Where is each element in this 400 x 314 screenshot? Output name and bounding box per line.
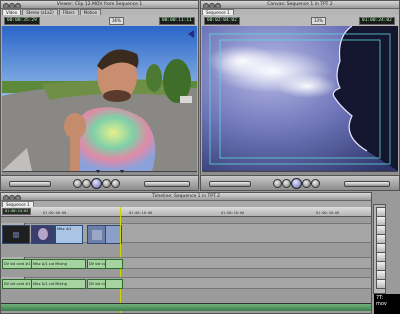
viewer-frame-image [2,26,197,171]
canvas-title: Canvas: Sequence 1 in TPT 2 [267,2,333,7]
audio-a1-clip-2[interactable]: Misc A/1 cut Mixing [31,259,86,269]
viewer-zoom-popup[interactable]: 36% [109,17,124,25]
viewer-window: Viewer: Clip 12.MOV from Sequence 1 Vide… [0,0,199,191]
timeline-current-timecode[interactable]: 01:00:24:02 [2,208,32,215]
tool-palette [373,204,386,294]
audio-a1-clip-1[interactable]: DV vid cont #1 [2,259,33,269]
audio-a1-clip-4[interactable] [105,259,123,269]
canvas-play-around-button[interactable] [302,179,311,188]
viewer-duration-timecode[interactable]: 00:00:35:29 [4,17,40,25]
video-clip-3[interactable]: Misc 4/1 [55,225,83,244]
video-clip-4[interactable] [87,225,107,244]
audio-a2-clip-1[interactable]: DV vid cont #1 [2,279,33,289]
viewer-transport-bar [1,175,198,190]
video-clip-3-label: Misc 4/1 [57,227,72,231]
video-clip-1-thumbnail [3,226,29,243]
viewer-prev-edit-button[interactable] [73,179,82,188]
viewer-controls-strip: 00:00:35:29 36% 00:00:11:11 [1,15,198,26]
canvas-jog-control[interactable] [344,181,390,187]
viewer-play-in-out-button[interactable] [82,179,91,188]
viewer-current-timecode[interactable]: 00:00:11:11 [159,17,195,25]
hand-tool-icon[interactable] [376,279,386,289]
canvas-zoom-button[interactable] [215,2,221,8]
canvas-frame-image [202,26,398,171]
audio-a2-clip-4[interactable] [105,279,123,289]
viewer-title: Viewer: Clip 12.MOV from Sequence 1 [56,2,143,7]
overlay-line-2: mov [376,301,387,307]
viewer-titlebar[interactable]: Viewer: Clip 12.MOV from Sequence 1 [1,1,198,9]
ruler-label-1: 01:00:10:00 [129,211,153,215]
viewer-shuttle-control[interactable] [9,181,51,187]
canvas-window: Canvas: Sequence 1 in TPT 2 Sequence 1 0… [200,0,400,191]
timeline-title: Timeline: Sequence 1 in TPT 2 [151,194,221,199]
canvas-next-edit-button[interactable] [311,179,320,188]
viewer-play-around-button[interactable] [102,179,111,188]
video-clip-2-thumbnail [32,226,54,243]
video-clip-4-thumbnail [88,226,106,243]
timeline-track-area[interactable]: Misc 4/1 DV vid cont #1 Misc A/1 cut Mix… [1,207,371,313]
timeline-bottom-strip[interactable] [1,303,371,311]
canvas-titlebar[interactable]: Canvas: Sequence 1 in TPT 2 [201,1,399,9]
ruler-label-0: 01:00:00:00 [43,211,67,215]
timeline-window: Timeline: Sequence 1 in TPT 2 Sequence 1… [0,192,372,314]
viewer-jog-control[interactable] [144,181,190,187]
viewer-playhead-icon[interactable] [120,170,124,173]
ruler-label-2: 01:00:20:00 [221,211,245,215]
zoom-button[interactable] [15,2,21,8]
viewer-play-indicator-icon [188,30,194,38]
timeline-ruler[interactable]: 01:00:24:02 01:00:00:00 01:00:10:00 01:0… [1,207,371,217]
viewer-next-edit-button[interactable] [111,179,120,188]
video-clip-2[interactable] [31,225,55,244]
overlay-label: 7T: mov [374,294,400,314]
canvas-current-timecode[interactable]: 01:00:24:02 [359,17,395,25]
canvas-play-button[interactable] [291,178,302,189]
timeline-titlebar[interactable]: Timeline: Sequence 1 in TPT 2 [1,193,371,201]
ruler-label-3: 01:00:30:00 [316,211,340,215]
audio-a2-clip-2[interactable]: Misc A/1 cut Mixing [31,279,86,289]
canvas-duration-timecode[interactable]: 00:02:04:02 [204,17,240,25]
video-clip-1[interactable] [2,225,30,244]
canvas-zoom-popup[interactable]: 33% [311,17,326,25]
canvas-transport-bar [201,175,399,190]
viewer-in-point-icon[interactable] [96,170,100,173]
viewer-play-button[interactable] [91,178,102,189]
timeline-zoom-button[interactable] [15,194,21,200]
viewer-video-frame[interactable] [2,26,197,171]
canvas-video-frame[interactable] [202,26,398,171]
canvas-shuttle-control[interactable] [209,181,251,187]
canvas-play-in-out-button[interactable] [282,179,291,188]
canvas-prev-edit-button[interactable] [273,179,282,188]
canvas-controls-strip: 00:02:04:02 33% 01:00:24:02 [201,15,399,26]
